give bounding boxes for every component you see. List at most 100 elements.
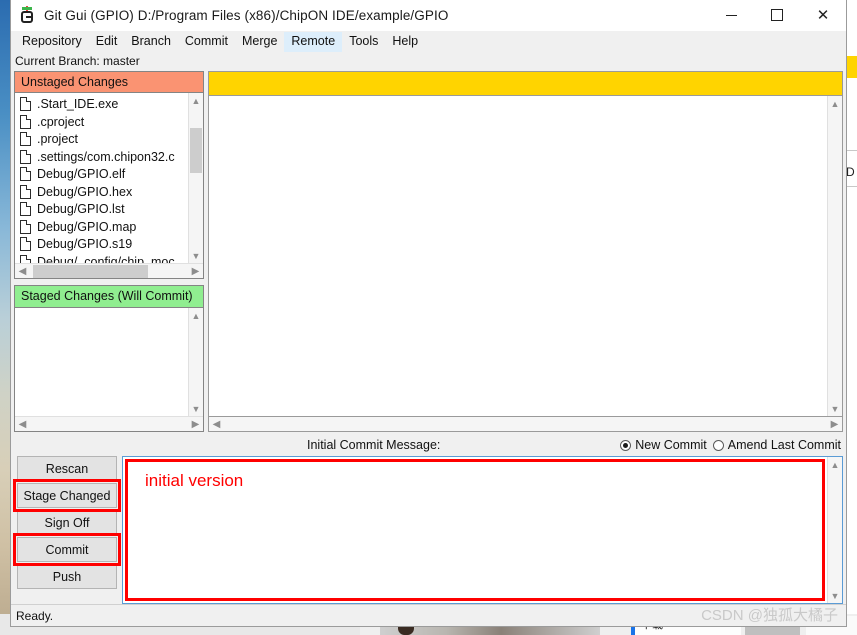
diff-content[interactable]: [209, 96, 827, 416]
diff-vscroll-track[interactable]: [828, 111, 842, 401]
git-gui-window: Git Gui (GPIO) D:/Program Files (x86)/Ch…: [10, 0, 847, 627]
scroll-down-icon[interactable]: ▼: [189, 248, 203, 263]
scroll-left-icon[interactable]: ◀: [15, 266, 30, 277]
unstaged-hscroll-track[interactable]: [30, 264, 188, 279]
staged-vscroll-track[interactable]: [189, 323, 203, 401]
commit-section: Initial Commit Message: New Commit Amend…: [13, 434, 843, 604]
maximize-button[interactable]: [754, 0, 800, 31]
radio-new-commit[interactable]: New Commit: [620, 438, 707, 452]
background-window-text-1: [846, 95, 857, 109]
file-icon: [20, 254, 31, 263]
staged-changes-panel: Staged Changes (Will Commit) ▲ ▼ ◀ ▶: [14, 285, 204, 432]
file-list-item[interactable]: .settings/com.chipon32.c: [15, 148, 188, 166]
radio-new-commit-label: New Commit: [635, 438, 707, 452]
radio-new-commit-icon[interactable]: [620, 439, 632, 451]
status-text: Ready.: [16, 609, 54, 623]
commit-message-label: Initial Commit Message:: [307, 438, 441, 452]
scroll-left-icon[interactable]: ◀: [209, 419, 224, 430]
file-list-item[interactable]: .cproject: [15, 113, 188, 131]
unstaged-vscroll-thumb[interactable]: [190, 128, 202, 174]
unstaged-changes-panel: Unstaged Changes .Start_IDE.exe .cproject…: [14, 71, 204, 279]
sign-off-button[interactable]: Sign Off: [17, 510, 117, 535]
file-icon: [20, 114, 31, 129]
staged-hscroll-track[interactable]: [30, 417, 188, 432]
file-list-item[interactable]: Debug/GPIO.hex: [15, 183, 188, 201]
diff-horizontal-scrollbar[interactable]: ◀ ▶: [208, 417, 843, 432]
scroll-down-icon[interactable]: ▼: [828, 588, 842, 603]
file-list-item[interactable]: Debug/GPIO.lst: [15, 200, 188, 218]
file-icon: [20, 237, 31, 252]
commit-options-row: Initial Commit Message: New Commit Amend…: [14, 434, 843, 456]
file-list-item[interactable]: Debug/GPIO.map: [15, 218, 188, 236]
file-name: Debug/GPIO.map: [37, 219, 137, 234]
window-controls: ✕: [708, 0, 846, 31]
file-list-item[interactable]: Debug/GPIO.s19: [15, 235, 188, 253]
commit-message-vscroll-track[interactable]: [828, 472, 842, 588]
diff-column: ▲ ▼ ◀ ▶: [208, 71, 843, 432]
background-window-text-2: D: [846, 165, 855, 179]
watermark: CSDN @独孤大橘子: [701, 607, 838, 624]
staged-file-list[interactable]: [15, 308, 188, 416]
git-gui-icon: [18, 6, 36, 24]
file-icon: [20, 97, 31, 112]
file-name: .settings/com.chipon32.c: [37, 149, 175, 164]
file-name: Debug/GPIO.s19: [37, 237, 133, 252]
scroll-up-icon[interactable]: ▲: [828, 96, 842, 111]
file-list-item[interactable]: Debug/GPIO.elf: [15, 165, 188, 183]
close-button[interactable]: ✕: [800, 0, 846, 31]
scroll-right-icon[interactable]: ▶: [188, 266, 203, 277]
staged-changes-header: Staged Changes (Will Commit): [15, 286, 203, 308]
stage-changed-button[interactable]: Stage Changed: [13, 479, 121, 512]
unstaged-vertical-scrollbar[interactable]: ▲ ▼: [188, 93, 203, 263]
menu-item-tools[interactable]: Tools: [342, 32, 385, 52]
unstaged-hscroll-thumb[interactable]: [33, 264, 148, 278]
diff-vertical-scrollbar[interactable]: ▲ ▼: [827, 96, 842, 416]
menu-item-edit[interactable]: Edit: [89, 32, 125, 52]
menu-item-remote[interactable]: Remote: [284, 31, 343, 52]
scroll-right-icon[interactable]: ▶: [188, 419, 203, 430]
menu-item-branch[interactable]: Branch: [124, 32, 178, 52]
file-icon: [20, 219, 31, 234]
file-name: Debug/GPIO.hex: [37, 184, 133, 199]
diff-hscroll-track[interactable]: [224, 417, 827, 432]
unstaged-horizontal-scrollbar[interactable]: ◀ ▶: [15, 263, 203, 278]
file-icon: [20, 167, 31, 182]
commit-button[interactable]: Commit: [13, 533, 121, 566]
scroll-down-icon[interactable]: ▼: [189, 401, 203, 416]
unstaged-vscroll-track[interactable]: [189, 108, 203, 248]
menu-item-repository[interactable]: Repository: [15, 32, 89, 52]
commit-message-box[interactable]: initial version ▲ ▼: [122, 456, 843, 604]
file-list-item[interactable]: Debug/_config/chip_moc: [15, 253, 188, 263]
scroll-up-icon[interactable]: ▲: [189, 308, 203, 323]
main-body: Unstaged Changes .Start_IDE.exe .cproject…: [11, 71, 846, 434]
radio-amend-last-commit[interactable]: Amend Last Commit: [712, 438, 841, 452]
file-icon: [20, 184, 31, 199]
radio-amend-last-commit-icon[interactable]: [712, 439, 724, 451]
push-button[interactable]: Push: [17, 564, 117, 589]
commit-message-input[interactable]: initial version: [123, 457, 827, 603]
file-list-item[interactable]: .project: [15, 130, 188, 148]
file-icon: [20, 132, 31, 147]
menu-item-help[interactable]: Help: [385, 32, 425, 52]
menu-bar: Repository Edit Branch Commit Merge Remo…: [11, 31, 846, 52]
unstaged-file-list[interactable]: .Start_IDE.exe .cproject .project .settings…: [15, 93, 188, 263]
staged-horizontal-scrollbar[interactable]: ◀ ▶: [15, 416, 203, 431]
scroll-down-icon[interactable]: ▼: [828, 401, 842, 416]
file-name: .project: [37, 132, 78, 147]
scroll-up-icon[interactable]: ▲: [828, 457, 842, 472]
file-list-item[interactable]: .Start_IDE.exe: [15, 95, 188, 113]
file-name: .Start_IDE.exe: [37, 97, 119, 112]
current-branch-label: Current Branch: master: [11, 52, 846, 71]
minimize-button[interactable]: [708, 0, 754, 31]
scroll-left-icon[interactable]: ◀: [15, 419, 30, 430]
menu-item-commit[interactable]: Commit: [178, 32, 235, 52]
staged-vertical-scrollbar[interactable]: ▲ ▼: [188, 308, 203, 416]
commit-message-scrollbar[interactable]: ▲ ▼: [827, 457, 842, 603]
scroll-up-icon[interactable]: ▲: [189, 93, 203, 108]
rescan-button[interactable]: Rescan: [17, 456, 117, 481]
scroll-right-icon[interactable]: ▶: [827, 419, 842, 430]
file-name: Debug/GPIO.lst: [37, 202, 125, 217]
commit-type-radio-group: New Commit Amend Last Commit: [620, 438, 843, 452]
file-name: Debug/GPIO.elf: [37, 167, 126, 182]
menu-item-merge[interactable]: Merge: [235, 32, 284, 52]
